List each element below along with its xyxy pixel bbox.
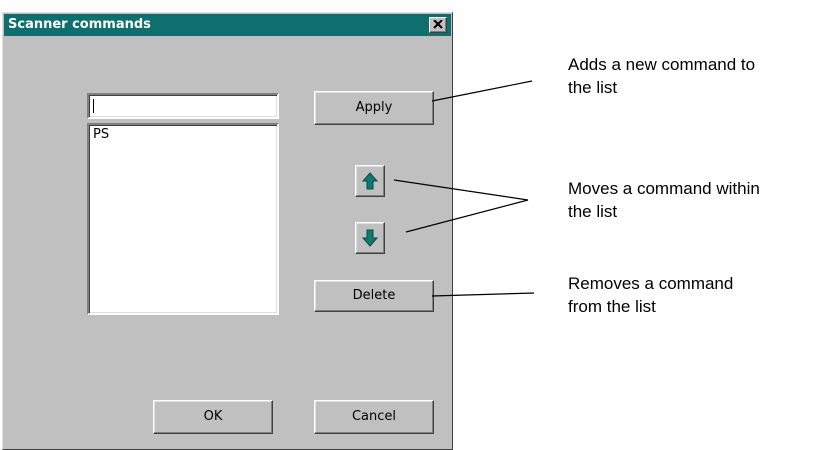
delete-callout-line <box>431 292 535 297</box>
move-callout: Moves a command within the list <box>568 177 816 223</box>
apply-callout: Adds a new command to the list <box>568 53 816 99</box>
move-callout-line-2: the list <box>568 202 618 221</box>
delete-callout: Removes a command from the list <box>568 272 816 318</box>
move-up-callout-line <box>393 179 529 201</box>
move-down-callout-line <box>405 199 529 233</box>
move-callout-line-1: Moves a command within <box>568 179 760 198</box>
apply-callout-line <box>431 80 533 102</box>
delete-callout-line-2: from the list <box>568 297 656 316</box>
apply-callout-line-1: Adds a new command to <box>568 55 756 74</box>
delete-callout-line-1: Removes a command <box>568 274 734 293</box>
apply-callout-line-2: the list <box>568 78 618 97</box>
